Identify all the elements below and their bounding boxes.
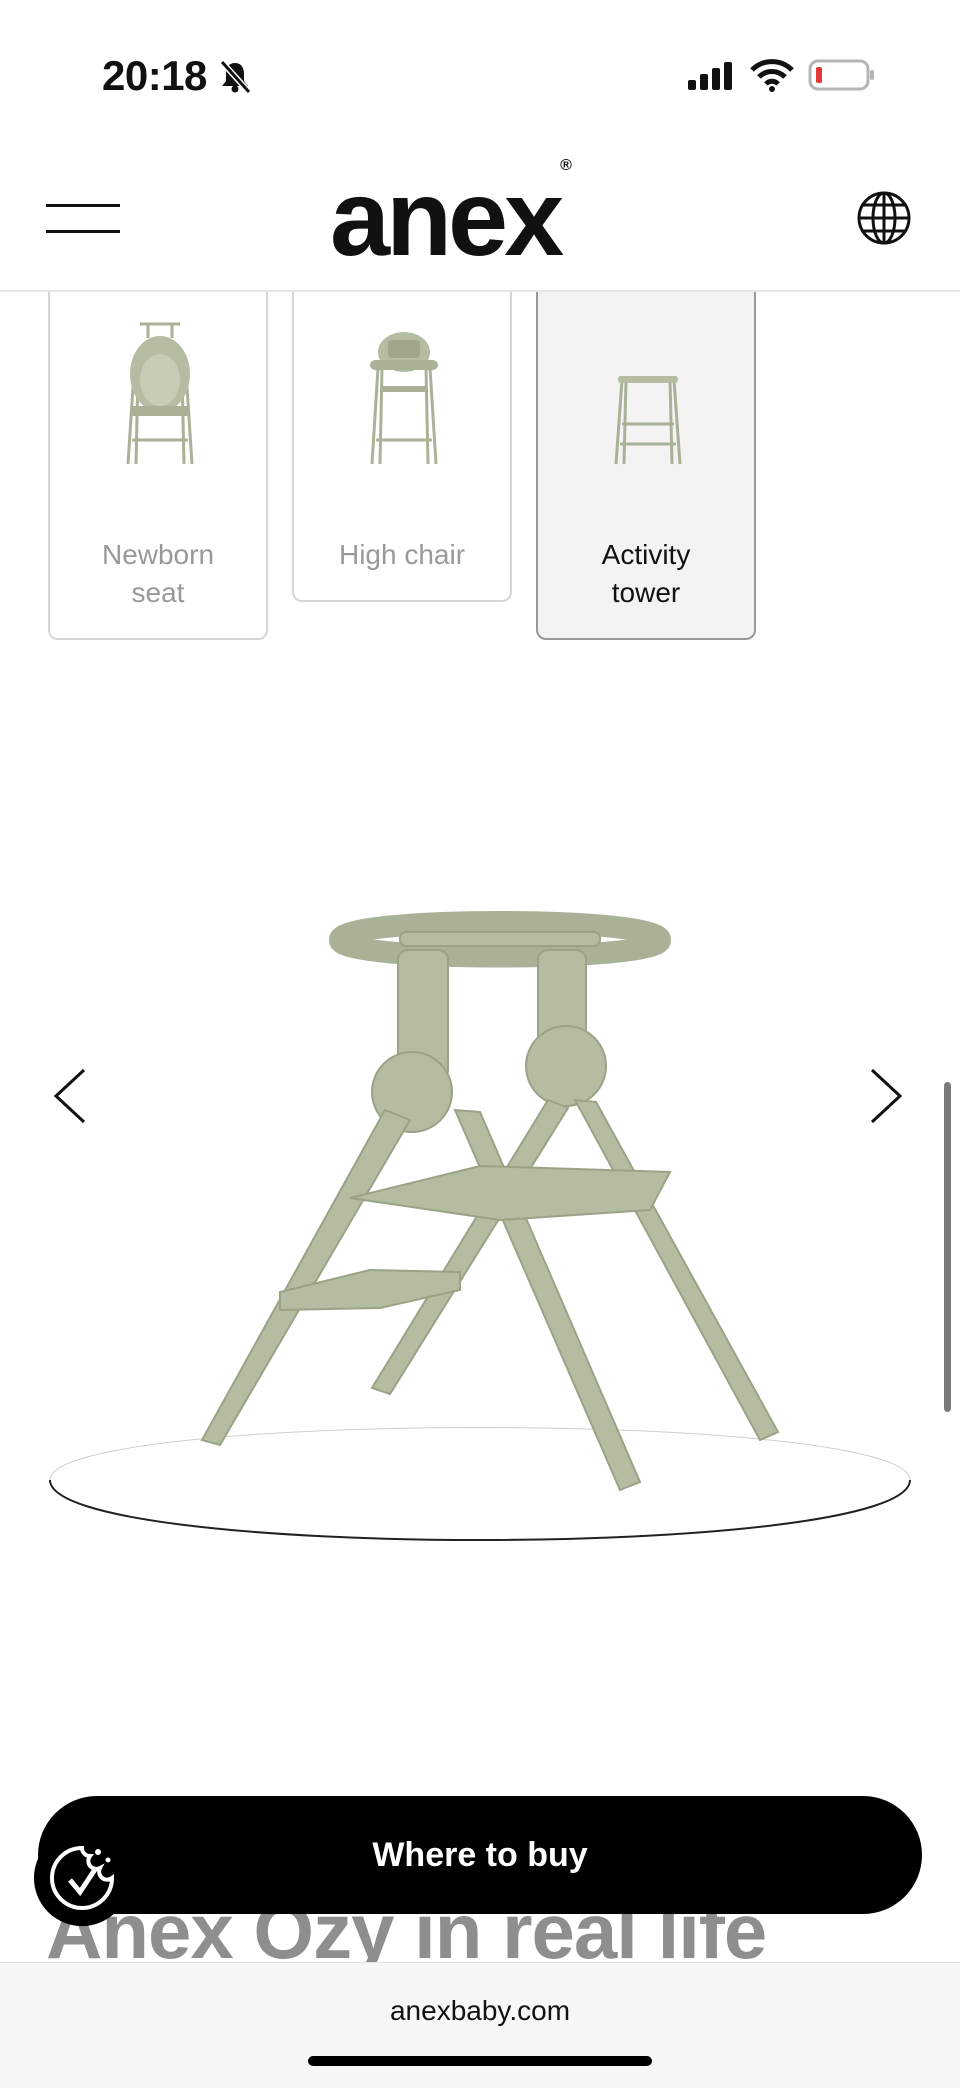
variant-label-line2: seat: [131, 577, 185, 608]
site-header: anex®: [0, 150, 960, 292]
variant-label-line2: tower: [611, 577, 681, 608]
variant-label-line1: Newborn: [101, 539, 215, 570]
chevron-right-icon[interactable]: [868, 1066, 904, 1126]
home-indicator[interactable]: [308, 2056, 652, 2066]
wifi-icon: [750, 59, 794, 92]
cookie-consent-icon[interactable]: [34, 1830, 130, 1926]
url-text: anexbaby.com: [389, 1995, 571, 2026]
anex-logo[interactable]: anex®: [330, 158, 572, 272]
battery-low-icon: [808, 59, 874, 91]
hamburger-menu-icon[interactable]: [46, 202, 120, 234]
newborn-seat-thumbnail: [126, 322, 194, 465]
globe-icon[interactable]: [856, 190, 912, 246]
activity-tower-thumbnail: [614, 376, 682, 465]
where-to-buy-button[interactable]: Where to buy: [38, 1796, 922, 1914]
variant-card-newborn-seat[interactable]: Newborn seat: [48, 292, 268, 640]
activity-tower-product-image: [49, 911, 911, 1541]
variant-card-high-chair[interactable]: High chair: [292, 292, 512, 602]
browser-address-bar[interactable]: anexbaby.com: [0, 1962, 960, 2088]
variant-card-activity-tower[interactable]: Activity tower: [536, 292, 756, 640]
logo-text: anex: [330, 157, 564, 278]
variant-label-line1: High chair: [338, 539, 466, 570]
registered-mark: ®: [560, 157, 572, 174]
status-time: 20:18: [102, 52, 207, 99]
cellular-signal-icon: [688, 62, 732, 90]
chevron-left-icon[interactable]: [52, 1066, 88, 1126]
status-bar: 20:18: [0, 0, 960, 150]
high-chair-thumbnail: [370, 332, 438, 465]
variant-label: Newborn seat: [50, 536, 266, 612]
variant-label: High chair: [294, 536, 510, 574]
variant-label-line1: Activity: [601, 539, 691, 570]
variant-label: Activity tower: [538, 536, 754, 612]
bell-muted-icon: [219, 60, 252, 94]
scrollbar-thumb[interactable]: [944, 1082, 951, 1412]
